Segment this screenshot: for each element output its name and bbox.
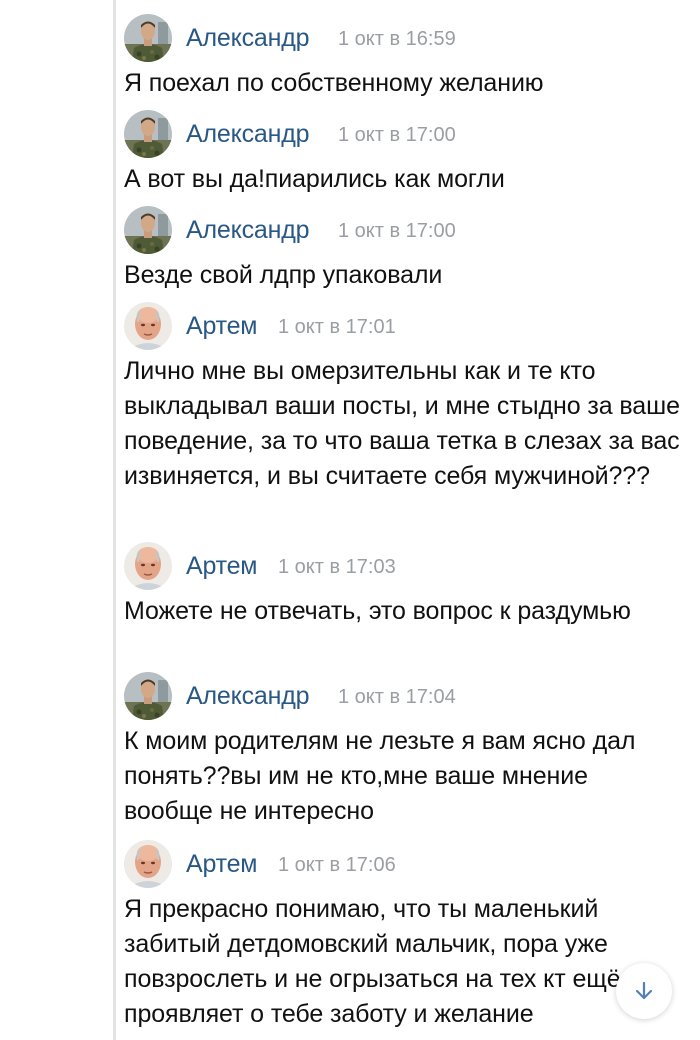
- message-header: Александр 1 окт в 17:00: [124, 108, 680, 160]
- message-header: Артем 1 окт в 17:06: [124, 838, 680, 890]
- arrow-down-icon: [635, 981, 653, 1000]
- author-name[interactable]: Артем: [186, 312, 257, 341]
- message-header: Артем 1 окт в 17:01: [124, 300, 680, 352]
- message: Александр 1 окт в 17:00 А вот вы да!пиар…: [124, 108, 680, 197]
- author-name[interactable]: Александр: [186, 682, 309, 711]
- message-text: Везде свой лдпр упаковали: [124, 261, 443, 289]
- message-text: Лично мне вы омерзительны как и те кто в…: [124, 357, 680, 490]
- thread-divider: [113, 0, 116, 1040]
- message-header: Александр 1 окт в 17:00: [124, 204, 680, 256]
- bald-man-avatar-icon: [124, 840, 172, 888]
- message: Артем 1 окт в 17:01 Лично мне вы омерзит…: [124, 300, 680, 494]
- author-name[interactable]: Александр: [186, 24, 309, 53]
- message-time[interactable]: 1 окт в 17:04: [338, 686, 456, 709]
- chat-history: Александр 1 окт в 16:59 Я поехал по собс…: [0, 0, 700, 1040]
- message: Артем 1 окт в 17:03 Можете не отвечать, …: [124, 540, 680, 629]
- message-text: Я прекрасно понимаю, что ты маленький за…: [124, 895, 621, 1028]
- author-name[interactable]: Артем: [186, 552, 257, 581]
- author-name[interactable]: Артем: [186, 850, 257, 879]
- message-header: Александр 1 окт в 17:04: [124, 670, 680, 722]
- soldier-avatar-icon: [124, 206, 172, 254]
- soldier-avatar-icon: [124, 110, 172, 158]
- message: Артем 1 окт в 17:06 Я прекрасно понимаю,…: [124, 838, 680, 1032]
- author-name[interactable]: Александр: [186, 120, 309, 149]
- author-name[interactable]: Александр: [186, 216, 309, 245]
- message: Александр 1 окт в 17:04 К моим родителям…: [124, 670, 680, 829]
- message-time[interactable]: 1 окт в 17:06: [278, 854, 396, 877]
- scroll-down-button[interactable]: [616, 963, 672, 1019]
- message-text: Можете не отвечать, это вопрос к раздумь…: [124, 597, 631, 625]
- message-time[interactable]: 1 окт в 17:00: [338, 220, 456, 243]
- message: Александр 1 окт в 16:59 Я поехал по собс…: [124, 12, 680, 101]
- bald-man-avatar-icon: [124, 302, 172, 350]
- soldier-avatar-icon: [124, 672, 172, 720]
- message-time[interactable]: 1 окт в 17:03: [278, 556, 396, 579]
- message-text: А вот вы да!пиарились как могли: [124, 165, 505, 193]
- avatar[interactable]: [124, 206, 172, 254]
- message-time[interactable]: 1 окт в 16:59: [338, 28, 456, 51]
- message: Александр 1 окт в 17:00 Везде свой лдпр …: [124, 204, 680, 293]
- soldier-avatar-icon: [124, 14, 172, 62]
- avatar[interactable]: [124, 110, 172, 158]
- avatar[interactable]: [124, 14, 172, 62]
- avatar[interactable]: [124, 542, 172, 590]
- message-text: Я поехал по собственному желанию: [124, 69, 544, 97]
- avatar[interactable]: [124, 302, 172, 350]
- avatar[interactable]: [124, 672, 172, 720]
- message-header: Александр 1 окт в 16:59: [124, 12, 680, 64]
- message-text: К моим родителям не лезьте я вам ясно да…: [124, 727, 636, 825]
- message-time[interactable]: 1 окт в 17:00: [338, 124, 456, 147]
- message-time[interactable]: 1 окт в 17:01: [278, 316, 396, 339]
- message-header: Артем 1 окт в 17:03: [124, 540, 680, 592]
- avatar[interactable]: [124, 840, 172, 888]
- bald-man-avatar-icon: [124, 542, 172, 590]
